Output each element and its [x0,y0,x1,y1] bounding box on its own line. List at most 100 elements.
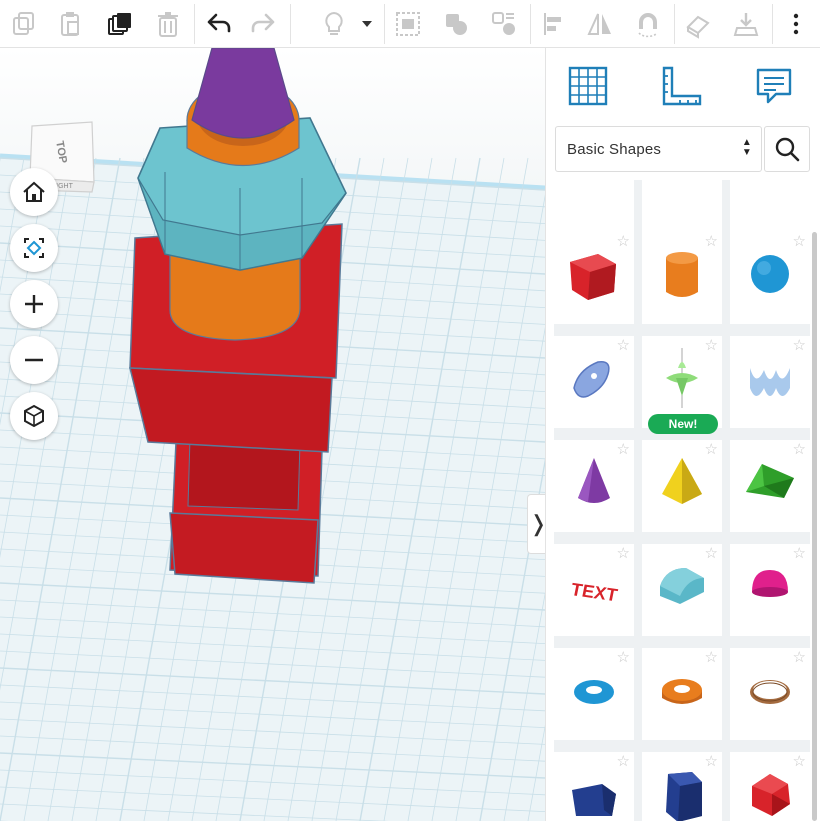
shapes-panel: Basic Shapes ▲ ▼ ☆ ☆ ☆ ☆ ☆ New! ☆ ☆ ☆ ☆ TEXT ☆ ☆ ☆ ☆ ☆ ☆ ☆… [545,48,820,821]
favorite-star-icon[interactable]: ☆ [705,754,718,769]
search-button[interactable] [764,126,810,172]
shape-tile-sphere-stripes-partial[interactable] [730,180,810,232]
shape-tile-spinner[interactable]: ☆ New! [642,336,722,434]
toolbar-divider [290,4,291,44]
shape-tile-cylinder[interactable]: ☆ [642,232,722,324]
shape-tile-text-wavy[interactable]: ☆ [730,336,810,428]
favorite-star-icon[interactable]: ☆ [617,754,630,769]
pyramid-shape-icon [662,458,702,504]
tube-shape-icon [662,679,702,704]
tinkercad-editor: TOP RIGHT ❭ Basic Shapes ▲ ▼ ☆ ☆ ☆ ☆ ☆ N… [0,0,820,821]
shape-tile-box-stripes-partial[interactable] [554,180,634,232]
shape-tile-roof[interactable]: ☆ [730,440,810,532]
fit-view-icon [24,238,44,258]
panel-scrollbar[interactable] [812,232,817,821]
group-icon[interactable] [438,6,474,42]
shape-library-select[interactable]: Basic Shapes ▲ ▼ [555,126,762,172]
cone-shape-icon [578,458,610,503]
favorite-star-icon[interactable]: ☆ [705,234,718,249]
favorite-star-icon[interactable]: ☆ [705,442,718,457]
search-icon [775,137,800,162]
paste-icon[interactable] [52,6,88,42]
favorite-star-icon[interactable]: ☆ [793,754,806,769]
shape-tile-text[interactable]: TEXT ☆ [554,544,634,636]
redo-icon[interactable] [246,6,282,42]
zoom-in-button[interactable] [10,280,58,328]
toolbar-divider [772,4,773,44]
notes-tab[interactable] [748,60,800,112]
delete-icon[interactable] [150,6,186,42]
half-sphere-shape-icon [752,570,788,597]
sphere-shape-icon [751,255,789,293]
perspective-button[interactable] [10,392,58,440]
text-shape-icon: TEXT [571,579,619,606]
ungroup-icon[interactable] [486,6,522,42]
toolbar [0,0,820,48]
favorite-star-icon[interactable]: ☆ [793,650,806,665]
favorite-star-icon[interactable]: ☆ [617,546,630,561]
toolbar-divider [530,4,531,44]
toolbar-divider [674,4,675,44]
favorite-star-icon[interactable]: ☆ [793,546,806,561]
shape-tile-box[interactable]: ☆ [554,232,634,324]
magnet-icon[interactable] [630,6,666,42]
shape-tile-tube[interactable]: ☆ [642,648,722,740]
text-shape-label: TEXT [571,579,619,606]
grid-icon [568,66,608,106]
polygon-shape-icon [666,772,702,821]
workplane-canvas[interactable]: TOP RIGHT [0,48,545,821]
grid-tab[interactable] [562,60,614,112]
shape-tile-polygon[interactable]: ☆ [642,752,722,821]
zoom-out-button[interactable] [10,336,58,384]
sphere-stripes-partial-shape-icon [740,180,800,212]
home-view-icon [23,181,45,202]
ruler-tab[interactable] [656,60,708,112]
dropdown-arrow-icon[interactable] [352,6,382,42]
shape-tile-scribble[interactable]: ☆ [554,336,634,428]
duplicate-icon[interactable] [102,6,138,42]
shape-library-value: Basic Shapes [567,140,662,158]
ruler-icon[interactable] [680,6,716,42]
zoom-in-icon [25,295,43,313]
favorite-star-icon[interactable]: ☆ [793,442,806,457]
fit-view-button[interactable] [10,224,58,272]
copy-icon[interactable] [6,6,42,42]
favorite-star-icon[interactable]: ☆ [617,442,630,457]
home-view-button[interactable] [10,168,58,216]
shape-tile-half-cylinder[interactable]: ☆ [642,544,722,636]
shape-tile-pyramid[interactable]: ☆ [642,440,722,532]
favorite-star-icon[interactable]: ☆ [617,234,630,249]
shape-tile-cone[interactable]: ☆ [554,440,634,532]
new-badge: New! [648,414,718,434]
favorite-star-icon[interactable]: ☆ [705,338,718,353]
shape-tile-sphere[interactable]: ☆ [730,232,810,324]
favorite-star-icon[interactable]: ☆ [705,546,718,561]
text-wavy-shape-icon [750,368,790,396]
wedge-polygon-shape-icon [572,784,616,816]
ring-shape-icon [750,680,790,704]
lightbulb-icon[interactable] [316,6,352,42]
favorite-star-icon[interactable]: ☆ [617,650,630,665]
shape-tile-torus[interactable]: ☆ [554,648,634,740]
align-icon[interactable] [536,6,572,42]
shape-tile-half-sphere[interactable]: ☆ [730,544,810,636]
zoom-out-icon [25,358,43,362]
favorite-star-icon[interactable]: ☆ [793,234,806,249]
spinner-shape-icon [666,348,698,408]
torus-shape-icon [574,680,614,704]
favorite-star-icon[interactable]: ☆ [705,650,718,665]
favorite-star-icon[interactable]: ☆ [617,338,630,353]
shape-tile-icosahedron[interactable]: ☆ [730,752,810,821]
favorite-star-icon[interactable]: ☆ [793,338,806,353]
cylinder-stripes-partial-shape-icon [652,180,712,212]
shape-tile-ring[interactable]: ☆ [730,648,810,740]
cylinder-shape-icon [666,252,698,297]
import-icon[interactable] [728,6,764,42]
mirror-icon[interactable] [582,6,618,42]
undo-icon[interactable] [200,6,236,42]
workplane-icon[interactable] [390,6,426,42]
more-icon[interactable] [778,6,814,42]
icosahedron-shape-icon [752,774,790,816]
shape-tile-wedge-polygon[interactable]: ☆ [554,752,634,821]
shape-tile-cylinder-stripes-partial[interactable] [642,180,722,232]
